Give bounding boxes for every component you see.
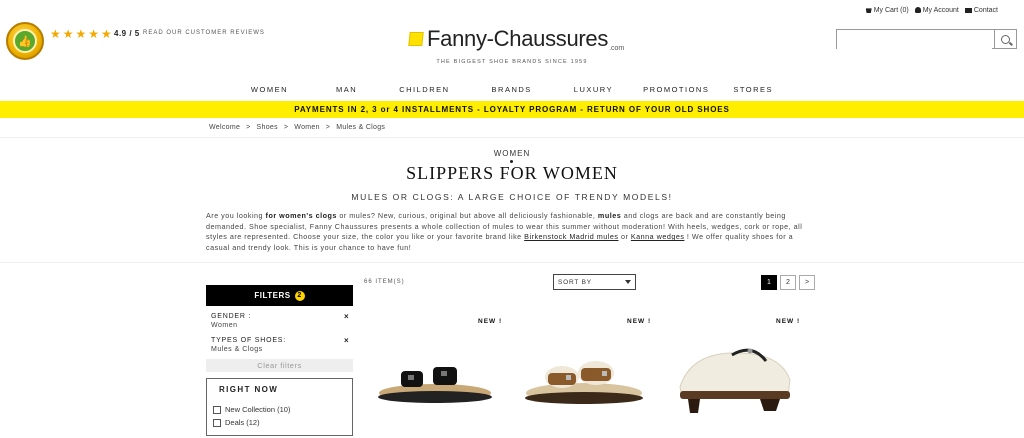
remove-filter-icon[interactable]: × <box>344 336 349 345</box>
filter-type-label: TYPES OF SHOES: <box>211 337 287 344</box>
envelope-icon <box>964 7 972 13</box>
nav-man[interactable]: MAN <box>336 85 357 94</box>
site-logo[interactable]: Fanny-Chaussures .com <box>408 26 625 52</box>
category-description: Are you looking for women's clogs or mul… <box>206 211 803 252</box>
breadcrumb-separator: > <box>283 124 289 131</box>
parent-category[interactable]: WOMEN <box>0 149 1024 158</box>
logo-text: Fanny-Chaussures <box>427 26 609 51</box>
page-1[interactable]: 1 <box>761 275 777 290</box>
new-badge: NEW ! <box>627 318 652 325</box>
promo-banner[interactable]: PAYMENTS IN 2, 3 or 4 INSTALLMENTS - LOY… <box>0 101 1024 118</box>
filters-count-badge: 2 <box>294 290 305 301</box>
cart-link[interactable]: My Cart (0) <box>865 7 909 14</box>
kanna-link[interactable]: Kanna wedges <box>631 232 685 241</box>
new-badge: NEW ! <box>478 318 503 325</box>
birkenstock-link[interactable]: Birkenstock Madrid mules <box>524 232 618 241</box>
thumbs-up-icon: 👍 <box>13 29 37 53</box>
breadcrumb: Welcome > Shoes > Women > Mules & Clogs <box>209 124 385 131</box>
breadcrumb-women[interactable]: Women <box>294 124 320 131</box>
user-icon <box>914 7 921 14</box>
contact-link[interactable]: Contact <box>964 7 998 14</box>
right-now-title: RIGHT NOW <box>219 385 279 394</box>
chevron-down-icon <box>625 280 631 284</box>
divider <box>0 262 1024 263</box>
product-image-brown-sandal[interactable] <box>522 325 647 425</box>
filter-type-value: Mules & Clogs <box>211 346 263 353</box>
nav-stores[interactable]: STORES <box>733 85 773 94</box>
checkbox[interactable] <box>213 418 221 427</box>
nav-promotions[interactable]: PROMOTIONS <box>643 85 709 94</box>
breadcrumb-shoes[interactable]: Shoes <box>257 124 278 131</box>
main-nav: WOMEN MAN CHILDREN BRANDS LUXURY PROMOTI… <box>0 85 1024 94</box>
item-count: 66 ITEM(S) <box>364 279 405 285</box>
search-box <box>836 29 1017 50</box>
nav-children[interactable]: CHILDREN <box>399 85 449 94</box>
sort-select[interactable]: SORT BY <box>553 274 636 290</box>
checkbox-new-collection[interactable]: New Collection (10) <box>213 405 290 414</box>
tagline: THE BIGGEST SHOE BRANDS SINCE 1959 <box>436 59 588 65</box>
nav-brands[interactable]: BRANDS <box>492 85 532 94</box>
new-badge: NEW ! <box>776 318 801 325</box>
search-input[interactable] <box>837 31 992 50</box>
filters-header[interactable]: FILTERS 2 <box>206 285 353 306</box>
filter-gender-label: GENDER : <box>211 313 252 320</box>
breadcrumb-welcome[interactable]: Welcome <box>209 124 240 131</box>
page-title: SLIPPERS FOR WOMEN <box>406 163 618 183</box>
account-link[interactable]: My Account <box>914 7 959 14</box>
checkbox-deals[interactable]: Deals (12) <box>213 418 260 427</box>
divider <box>0 137 1024 138</box>
product-image-shearling-clog[interactable] <box>670 325 795 425</box>
right-now-filter: RIGHT NOW New Collection (10) Deals (12) <box>206 378 353 436</box>
next-page[interactable]: > <box>799 275 815 290</box>
search-button[interactable] <box>994 30 1016 48</box>
nav-luxury[interactable]: LUXURY <box>574 85 613 94</box>
breadcrumb-separator: > <box>246 124 251 131</box>
remove-filter-icon[interactable]: × <box>344 312 349 321</box>
clear-filters-button[interactable]: Clear filters <box>206 359 353 372</box>
breadcrumb-current: Mules & Clogs <box>336 124 386 131</box>
search-icon <box>1001 34 1010 44</box>
rating-stars: ★★★★★ <box>50 27 114 41</box>
checkbox[interactable] <box>213 405 221 414</box>
filters-title: FILTERS <box>254 291 291 300</box>
logo-suffix: .com <box>609 45 625 52</box>
logo-square-icon <box>408 32 424 46</box>
quality-badge: 👍 <box>6 22 44 60</box>
cart-icon <box>865 8 872 14</box>
nav-women[interactable]: WOMEN <box>251 85 288 94</box>
sort-label: SORT BY <box>558 278 592 286</box>
top-links: My Cart (0) My Account Contact <box>865 7 998 14</box>
product-image-black-sandal[interactable] <box>373 325 498 425</box>
page-2[interactable]: 2 <box>780 275 796 290</box>
page-subtitle: MULES OR CLOGS: A LARGE CHOICE OF TRENDY… <box>351 192 673 202</box>
rating-score: 4.9 / 5 <box>114 29 140 38</box>
breadcrumb-separator: > <box>325 124 331 131</box>
reviews-link[interactable]: READ OUR CUSTOMER REVIEWS <box>143 30 265 36</box>
filter-gender-value: Women <box>211 322 238 329</box>
